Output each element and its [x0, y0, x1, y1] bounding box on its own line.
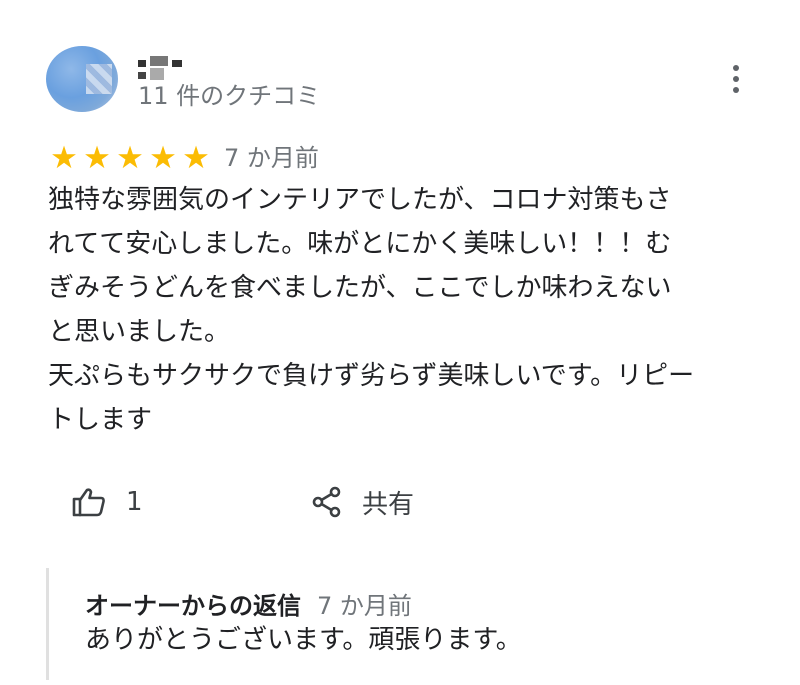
owner-reply-date: 7 か月前	[317, 592, 412, 620]
like-count: 1	[126, 487, 143, 517]
star-icon: ★	[83, 140, 111, 176]
owner-reply: オーナーからの返信 7 か月前 ありがとうございます。頑張ります。	[46, 568, 749, 680]
owner-reply-text: ありがとうございます。頑張ります。	[85, 625, 522, 655]
star-rating: ★ ★ ★ ★ ★	[48, 140, 212, 176]
more-options-button[interactable]	[726, 62, 746, 96]
owner-reply-header: オーナーからの返信 7 か月前	[85, 586, 412, 621]
more-vert-icon	[733, 64, 739, 71]
reviewer-name[interactable]	[138, 56, 184, 82]
like-button[interactable]: 1	[72, 482, 143, 522]
share-button[interactable]: 共有	[312, 482, 414, 522]
rating-row: ★ ★ ★ ★ ★ 7 か月前	[48, 140, 319, 176]
thumb-up-icon	[72, 487, 106, 517]
owner-reply-title: オーナーからの返信	[85, 592, 301, 620]
avatar[interactable]	[46, 46, 118, 112]
star-icon: ★	[149, 140, 177, 176]
review-count[interactable]: 11 件のクチコミ	[138, 80, 320, 112]
review-text: 独特な雰囲気のインテリアでしたが、コロナ対策もさ れてて安心しました。味がとにか…	[48, 185, 695, 435]
star-icon: ★	[182, 140, 210, 176]
star-icon: ★	[50, 140, 78, 176]
review-date: 7 か月前	[224, 144, 319, 172]
star-icon: ★	[116, 140, 144, 176]
share-icon	[312, 486, 342, 518]
share-label: 共有	[362, 489, 415, 520]
